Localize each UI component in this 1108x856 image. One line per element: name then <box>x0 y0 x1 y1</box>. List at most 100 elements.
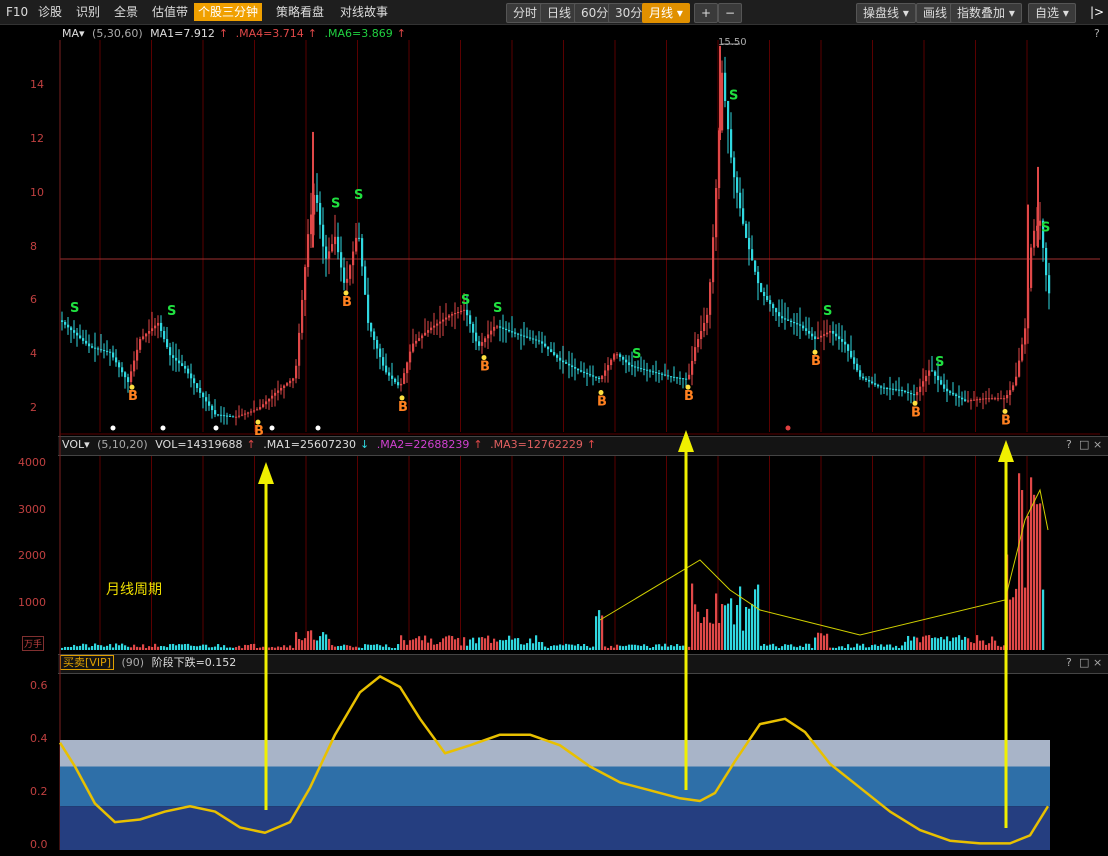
volume-bar <box>814 637 817 650</box>
candle-body <box>613 354 616 360</box>
volume-bar <box>670 645 673 650</box>
volume-bar <box>343 644 346 650</box>
volume-bar <box>85 644 88 650</box>
volume-bar <box>148 646 151 650</box>
event-marker <box>160 425 166 431</box>
volume-bar <box>454 639 457 650</box>
candle-body <box>1030 247 1033 288</box>
candle-body <box>850 350 853 358</box>
volume-bar <box>349 645 352 650</box>
candle-body <box>1045 247 1048 276</box>
candle-body <box>577 368 580 371</box>
candle-body <box>187 368 190 374</box>
candle-body <box>847 344 850 351</box>
volume-bar <box>517 638 520 650</box>
candle-body <box>745 223 748 238</box>
volume-bar <box>1039 503 1042 650</box>
candle-body <box>469 315 472 324</box>
candle-body <box>796 323 799 325</box>
candle-body <box>871 381 874 384</box>
volume-bar <box>718 622 721 650</box>
volume-bar <box>439 642 442 650</box>
candle-body <box>994 398 997 400</box>
candle-body <box>283 385 286 389</box>
volume-bar <box>982 640 985 650</box>
candle-body <box>562 360 565 363</box>
candle-body <box>523 335 526 337</box>
candle-body <box>1006 395 1009 399</box>
candle-body <box>301 299 304 333</box>
volume-bar <box>874 644 877 650</box>
candle-body <box>910 393 913 395</box>
volume-bar <box>304 638 307 650</box>
volume-bar <box>709 622 712 650</box>
candle-body <box>1021 344 1024 361</box>
volume-bar <box>781 646 784 650</box>
volume-bar <box>922 636 925 650</box>
volume-bar <box>73 644 76 650</box>
candle-body <box>343 267 346 283</box>
candle-body <box>220 414 223 416</box>
volume-bar <box>403 640 406 650</box>
candle-body <box>457 311 460 314</box>
candle-body <box>853 357 856 364</box>
volume-bar <box>925 635 928 650</box>
candle-body <box>268 398 271 402</box>
candle-body <box>904 390 907 392</box>
volume-bar <box>913 636 916 650</box>
volume-bar <box>964 636 967 650</box>
candle-body <box>100 349 103 351</box>
buy-signal: B <box>911 405 921 420</box>
volume-bar <box>733 624 736 650</box>
candle-body <box>634 366 637 368</box>
chart-canvas: S SSSSSSSSSSBBBBBB BBBB <box>58 40 1100 850</box>
candle-body <box>949 391 952 393</box>
volume-bar <box>529 638 532 650</box>
candle-body <box>316 194 319 203</box>
candle-body <box>934 371 937 376</box>
candle-body <box>76 332 79 336</box>
volume-bar <box>238 645 241 650</box>
volume-bar <box>853 647 856 650</box>
candle-body <box>919 386 922 392</box>
volume-bar <box>577 644 580 650</box>
volume-bar <box>895 645 898 650</box>
candle-body <box>940 380 943 385</box>
signal-markers: S SSSSSSSSSSBBBBBB BBBB <box>70 89 1050 439</box>
candle-body <box>631 365 634 367</box>
volume-bar <box>388 647 391 650</box>
candle-body <box>493 326 496 331</box>
candle-body <box>310 214 313 235</box>
candle-body <box>958 396 961 398</box>
volume-bar <box>277 646 280 650</box>
candle-body <box>1024 328 1027 345</box>
volume-bar <box>169 644 172 650</box>
volume-bar <box>88 647 91 650</box>
candle-body <box>67 324 70 328</box>
volume-bar <box>484 638 487 650</box>
volume-bar <box>946 636 949 650</box>
volume-bar <box>832 647 835 650</box>
volume-bar <box>415 638 418 650</box>
candle-body <box>118 362 121 368</box>
candle-body <box>106 350 109 352</box>
candle-body <box>307 234 310 268</box>
buy-signal: B <box>128 389 138 404</box>
volume-bar <box>949 641 952 650</box>
candle-body <box>133 360 136 372</box>
candle-body <box>913 394 916 396</box>
candle-body <box>1009 390 1012 396</box>
candle-body <box>1048 275 1051 294</box>
candle-body <box>697 339 700 348</box>
candle-body <box>286 383 289 386</box>
volume-bar <box>901 645 904 650</box>
candle-body <box>127 377 130 383</box>
sell-signal: S <box>935 355 944 370</box>
cycle-annotation: 月线周期 <box>106 582 162 598</box>
volume-bar <box>916 637 919 650</box>
candle-body <box>349 265 352 279</box>
candle-body <box>715 188 718 238</box>
candle-body <box>835 333 838 337</box>
candle-body <box>481 342 484 346</box>
volume-bar <box>268 647 271 650</box>
